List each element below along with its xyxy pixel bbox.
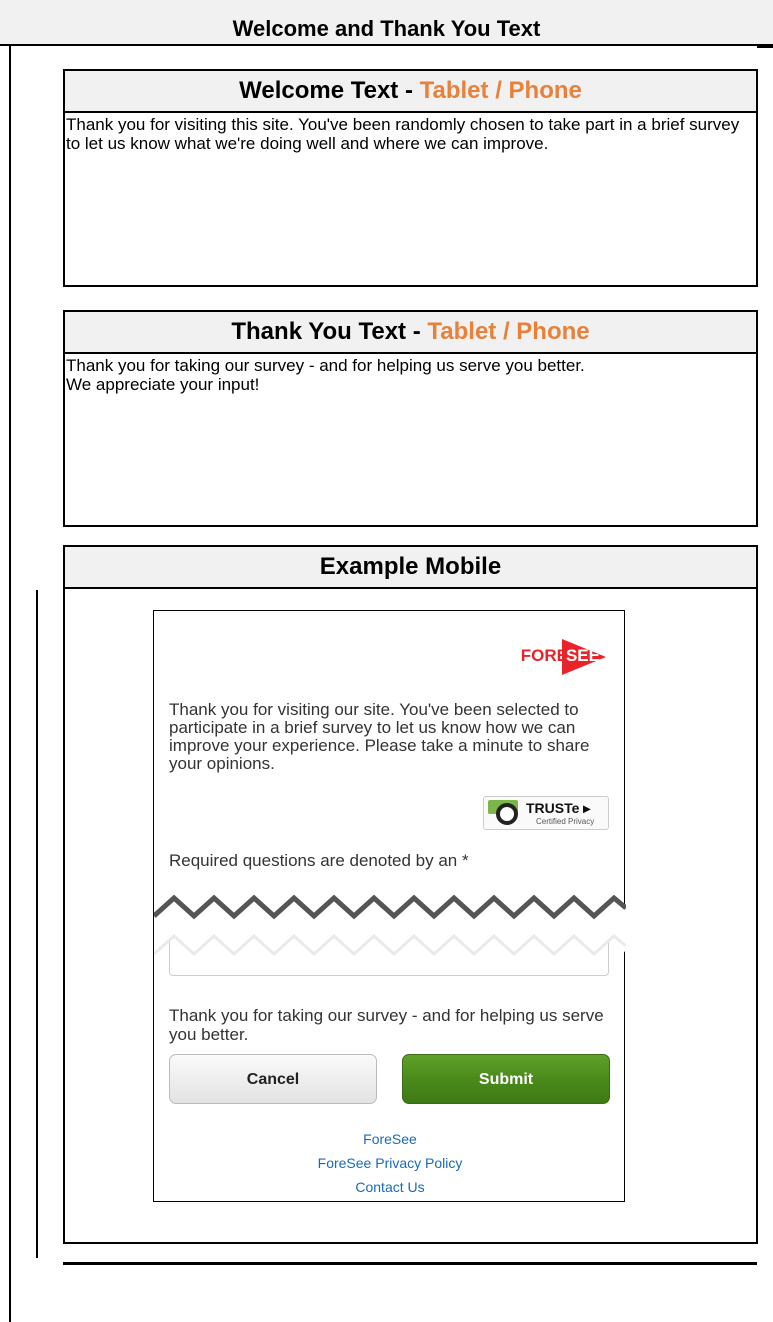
page-title: Welcome and Thank You Text [232,16,541,41]
foresee-link[interactable]: ForeSee [154,1127,626,1151]
thank-you-text: Thank you for taking our survey - and fo… [169,1006,604,1044]
truste-e-icon [496,803,518,825]
page-header: Welcome and Thank You Text [0,0,773,46]
footer-links: ForeSee ForeSee Privacy Policy Contact U… [154,1127,626,1199]
panel-title: Example Mobile [65,547,756,589]
mobile-preview: FORE SEE Thank you for visiting our site… [153,610,626,1202]
example-mobile-panel: Example Mobile FORE SEE Thank you for vi… [63,545,758,1244]
torn-edge-overlay [154,894,626,957]
contact-us-link[interactable]: Contact Us [154,1175,626,1199]
panel-title: Thank You Text - Tablet / Phone [65,312,756,354]
panel-title-prefix: Welcome Text - [239,77,420,104]
thank-you-text-body[interactable]: Thank you for taking our survey - and fo… [65,354,756,394]
cancel-button[interactable]: Cancel [169,1054,377,1104]
divider [757,46,773,48]
divider [36,590,38,1258]
panel-title-accent: Tablet / Phone [427,318,590,345]
panel-title: Welcome Text - Tablet / Phone [65,71,756,113]
intro-text: Thank you for visiting our site. You've … [169,700,590,773]
required-note: Required questions are denoted by an * [169,851,469,870]
truste-name: TRUSTe ▸ [526,800,591,816]
welcome-text-body[interactable]: Thank you for visiting this site. You've… [65,113,756,153]
submit-button[interactable]: Submit [402,1054,610,1104]
thank-you-text-panel: Thank You Text - Tablet / Phone Thank yo… [63,310,758,527]
divider [63,1262,757,1265]
logo-text-right: SEE [565,646,600,665]
privacy-policy-link[interactable]: ForeSee Privacy Policy [154,1151,626,1175]
truste-subtitle: Certified Privacy [536,817,595,826]
panel-title-prefix: Thank You Text - [231,318,428,345]
welcome-text-panel: Welcome Text - Tablet / Phone Thank you … [63,69,758,287]
panel-title-accent: Tablet / Phone [419,77,582,104]
divider [9,46,11,1322]
truste-badge[interactable]: TRUSTe ▸ Certified Privacy [483,796,609,830]
logo-text-left: FORE [520,646,568,665]
